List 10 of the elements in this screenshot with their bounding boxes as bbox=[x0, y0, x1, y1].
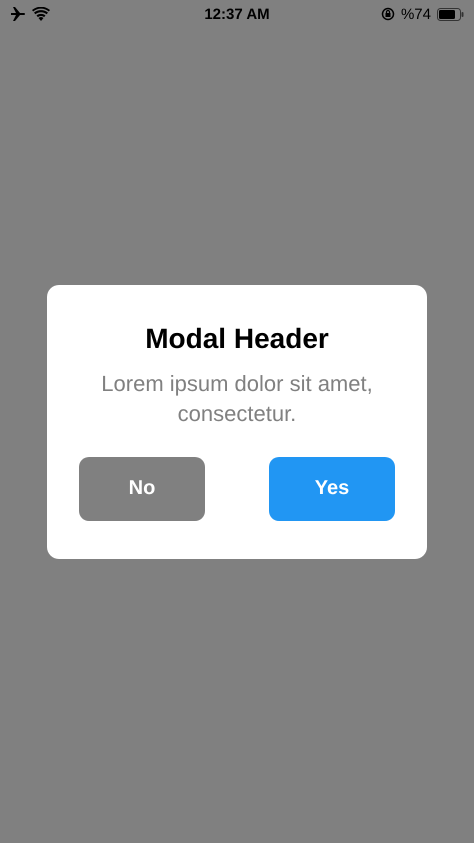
rotation-lock-icon bbox=[380, 7, 395, 21]
modal-title: Modal Header bbox=[145, 322, 329, 354]
cancel-button[interactable]: No bbox=[79, 456, 205, 520]
status-time: 12:37 AM bbox=[204, 6, 270, 22]
confirm-button[interactable]: Yes bbox=[269, 456, 395, 520]
battery-percentage: %74 bbox=[400, 6, 431, 22]
wifi-icon bbox=[32, 7, 50, 21]
modal-message: Lorem ipsum dolor sit amet, consectetur. bbox=[100, 370, 374, 428]
airplane-icon bbox=[10, 7, 26, 21]
battery-icon bbox=[437, 8, 464, 20]
